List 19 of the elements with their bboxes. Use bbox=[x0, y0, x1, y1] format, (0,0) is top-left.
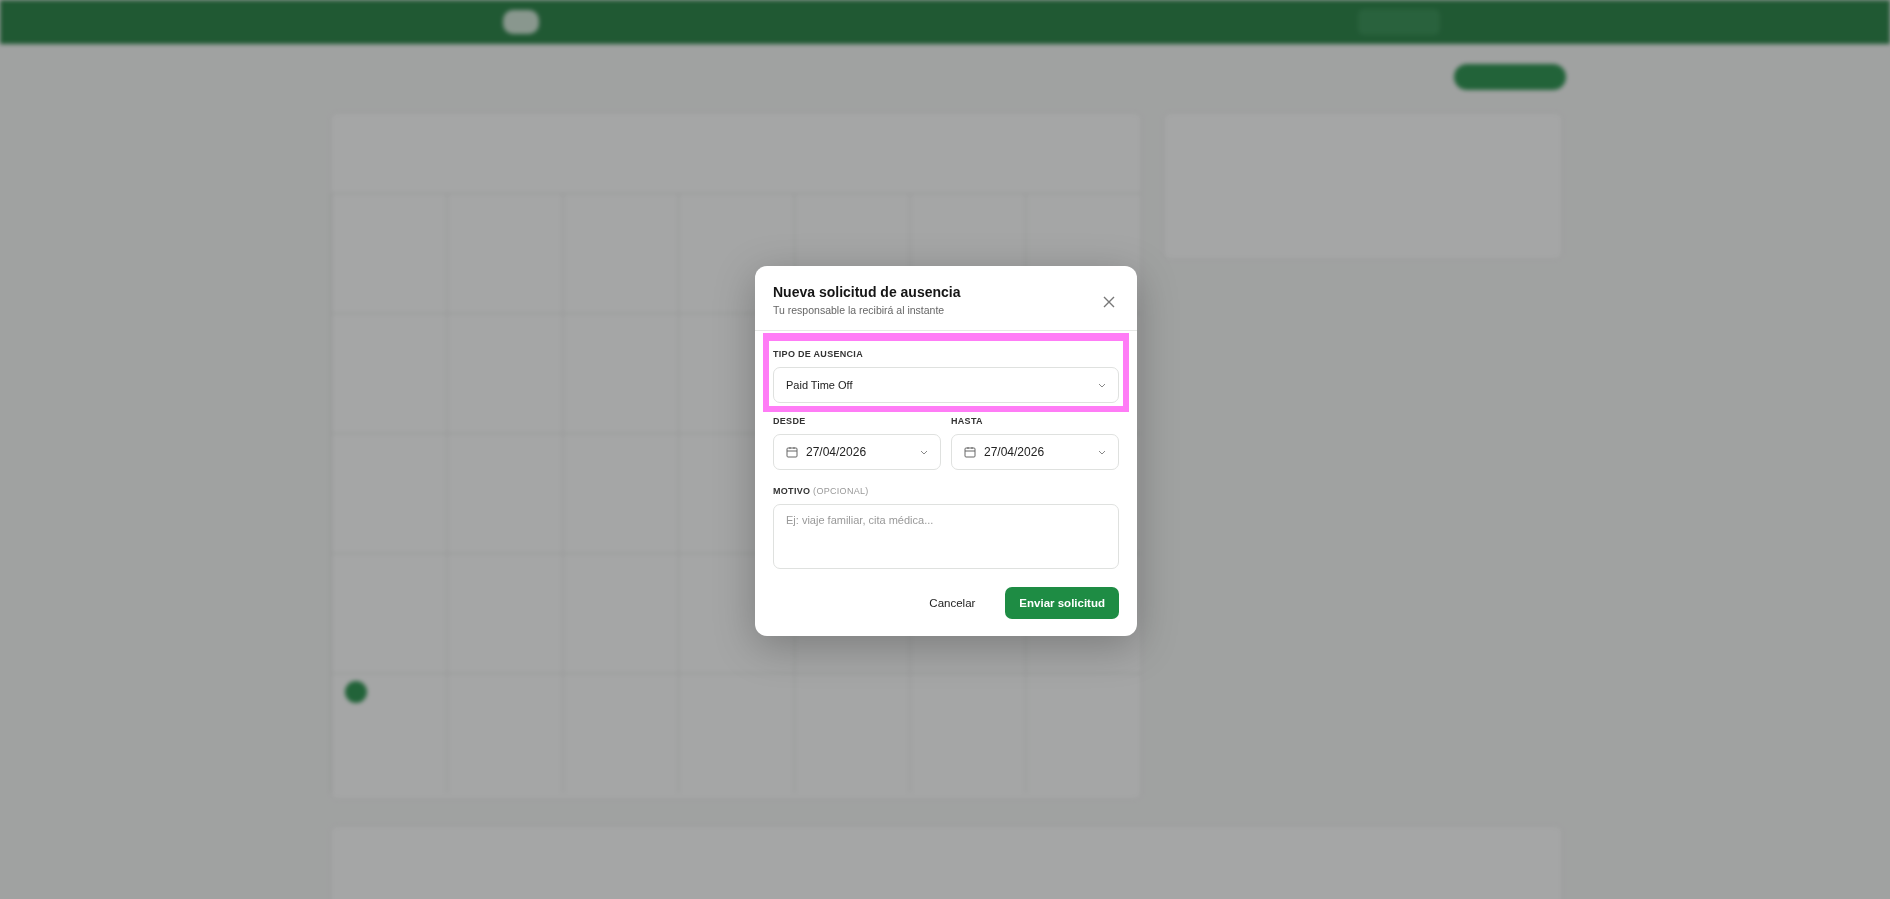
dialog-title: Nueva solicitud de ausencia bbox=[773, 284, 961, 300]
today-marker bbox=[345, 681, 367, 703]
date-field[interactable]: 27/04/2026 bbox=[951, 434, 1119, 470]
date-field[interactable]: 27/04/2026 bbox=[773, 434, 941, 470]
calendar-icon bbox=[964, 446, 976, 458]
submit-button[interactable]: Enviar solicitud bbox=[1005, 587, 1119, 619]
reason-field[interactable]: Ej: viaje familiar, cita médica... bbox=[773, 504, 1119, 569]
field-label: TIPO DE AUSENCIA bbox=[773, 349, 864, 359]
absence-type-select[interactable]: Paid Time Off bbox=[773, 367, 1119, 403]
chevron-icon bbox=[920, 449, 928, 455]
chevron-icon bbox=[1098, 449, 1106, 455]
field-label: HASTA bbox=[951, 416, 984, 426]
chevron-icon bbox=[1098, 382, 1106, 388]
field-label: DESDE bbox=[773, 416, 807, 426]
calendar-icon bbox=[786, 446, 798, 458]
dialog-subtitle: Tu responsable la recibirá al instante bbox=[773, 304, 946, 316]
field-label: MOTIVO (OPCIONAL) bbox=[773, 486, 870, 496]
new-request-button[interactable] bbox=[1454, 64, 1566, 90]
cancel-button[interactable]: Cancelar bbox=[915, 587, 990, 619]
